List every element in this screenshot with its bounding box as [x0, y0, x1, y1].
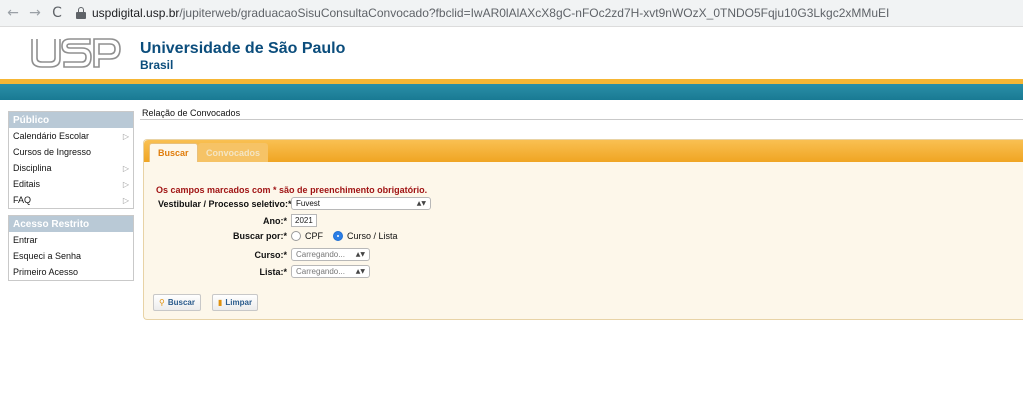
limpar-button-label: Limpar	[225, 298, 253, 307]
radio-curso-lista-label[interactable]: Curso / Lista	[347, 231, 398, 241]
required-fields-note: Os campos marcados com * são de preenchi…	[156, 185, 428, 195]
url-path: /jupiterweb/graduacaoSisuConsultaConvoca…	[179, 6, 890, 20]
tab-buscar[interactable]: Buscar	[149, 143, 198, 162]
sidebar-item-primeiro-acesso[interactable]: Primeiro Acesso	[9, 264, 133, 280]
main-content: Relação de Convocados Buscar Convocados …	[140, 107, 1023, 320]
url-host: uspdigital.usp.br	[92, 6, 180, 20]
submenu-arrow-icon: ▷	[122, 131, 129, 141]
row-vestibular: Vestibular / Processo seletivo:* Fuvest …	[158, 197, 431, 210]
page-title: Relação de Convocados	[142, 108, 241, 118]
ano-label: Ano:*	[263, 215, 287, 226]
buscar-button-label: Buscar	[167, 298, 195, 307]
buscar-button[interactable]: ⚲ Buscar	[153, 294, 201, 311]
select-arrows-icon: ▲▼	[416, 200, 426, 207]
title-divider	[140, 119, 1023, 120]
sidebar-item-disciplina[interactable]: Disciplina ▷	[9, 160, 133, 176]
menu-restricted: Acesso Restrito Entrar Esqueci a Senha P…	[8, 215, 134, 281]
sidebar-item-entrar[interactable]: Entrar	[9, 232, 133, 248]
search-panel: Buscar Convocados Os campos marcados com…	[143, 139, 1023, 320]
sidebar-item-label: Editais	[13, 179, 41, 189]
trash-icon: ▮	[218, 298, 223, 307]
reload-icon: C	[52, 5, 62, 21]
browser-toolbar: ← → C uspdigital.usp.br/jupiterweb/gradu…	[0, 0, 1023, 27]
submenu-arrow-icon: ▷	[122, 179, 129, 189]
radio-cpf[interactable]	[291, 231, 301, 241]
country-subtitle: Brasil	[140, 58, 174, 72]
buscar-por-label: Buscar por:*	[232, 231, 287, 241]
row-lista: Lista:* Carregando... ▲▼	[158, 265, 370, 278]
forward-arrow-icon: →	[29, 5, 41, 21]
search-icon: ⚲	[159, 298, 165, 307]
menu-restricted-title: Acesso Restrito	[9, 216, 133, 232]
row-curso: Curso:* Carregando... ▲▼	[158, 248, 370, 261]
curso-label: Curso:*	[254, 249, 287, 260]
menu-public-title: Público	[9, 112, 133, 128]
lock-icon	[76, 7, 86, 19]
row-ano: Ano:* 2021	[158, 214, 317, 227]
lista-value: Carregando...	[296, 267, 345, 276]
sidebar-item-label: Disciplina	[13, 163, 52, 173]
radio-cpf-label[interactable]: CPF	[305, 231, 323, 241]
reload-button[interactable]: C	[48, 4, 66, 22]
lista-select[interactable]: Carregando... ▲▼	[291, 265, 370, 278]
sidebar-item-label: Calendário Escolar	[13, 131, 90, 141]
forward-button[interactable]: →	[26, 4, 44, 22]
url-text: uspdigital.usp.br/jupiterweb/graduacaoSi…	[92, 6, 889, 20]
select-arrows-icon: ▲▼	[355, 268, 365, 275]
sidebar-item-cursos[interactable]: Cursos de Ingresso	[9, 144, 133, 160]
row-buscar-por: Buscar por:* CPF Curso / Lista	[158, 231, 408, 241]
tab-convocados[interactable]: Convocados	[198, 143, 269, 162]
header-stripe-teal	[0, 84, 1023, 100]
ano-input[interactable]: 2021	[291, 214, 317, 227]
sidebar-item-calendario[interactable]: Calendário Escolar ▷	[9, 128, 133, 144]
sidebar-item-label: FAQ	[13, 195, 32, 205]
vestibular-select[interactable]: Fuvest ▲▼	[291, 197, 431, 210]
menu-public: Público Calendário Escolar ▷ Cursos de I…	[8, 111, 134, 209]
submenu-arrow-icon: ▷	[122, 195, 129, 205]
curso-select[interactable]: Carregando... ▲▼	[291, 248, 370, 261]
sidebar: Público Calendário Escolar ▷ Cursos de I…	[8, 111, 134, 287]
back-arrow-icon: ←	[7, 5, 19, 21]
limpar-button[interactable]: ▮ Limpar	[212, 294, 259, 311]
sidebar-item-label: Entrar	[13, 235, 38, 245]
vestibular-value: Fuvest	[296, 199, 321, 208]
curso-value: Carregando...	[296, 250, 345, 259]
lista-label: Lista:*	[259, 266, 287, 277]
back-button[interactable]: ←	[4, 4, 22, 22]
address-bar[interactable]: uspdigital.usp.br/jupiterweb/graduacaoSi…	[76, 3, 889, 23]
submenu-arrow-icon: ▷	[122, 163, 129, 173]
select-arrows-icon: ▲▼	[355, 251, 365, 258]
sidebar-item-editais[interactable]: Editais ▷	[9, 176, 133, 192]
sidebar-item-esqueci-senha[interactable]: Esqueci a Senha	[9, 248, 133, 264]
header-stripe-gap	[0, 100, 1023, 106]
usp-logo[interactable]	[28, 35, 124, 71]
sidebar-item-label: Primeiro Acesso	[13, 267, 79, 277]
radio-curso-lista[interactable]	[333, 231, 343, 241]
sidebar-item-faq[interactable]: FAQ ▷	[9, 192, 133, 208]
sidebar-item-label: Cursos de Ingresso	[13, 147, 92, 157]
university-title[interactable]: Universidade de São Paulo	[140, 40, 345, 58]
tab-bar: Buscar Convocados	[144, 140, 1023, 162]
vestibular-label: Vestibular / Processo seletivo:*	[158, 198, 292, 209]
site-header: Universidade de São Paulo Brasil	[0, 27, 1023, 79]
sidebar-item-label: Esqueci a Senha	[13, 251, 82, 261]
